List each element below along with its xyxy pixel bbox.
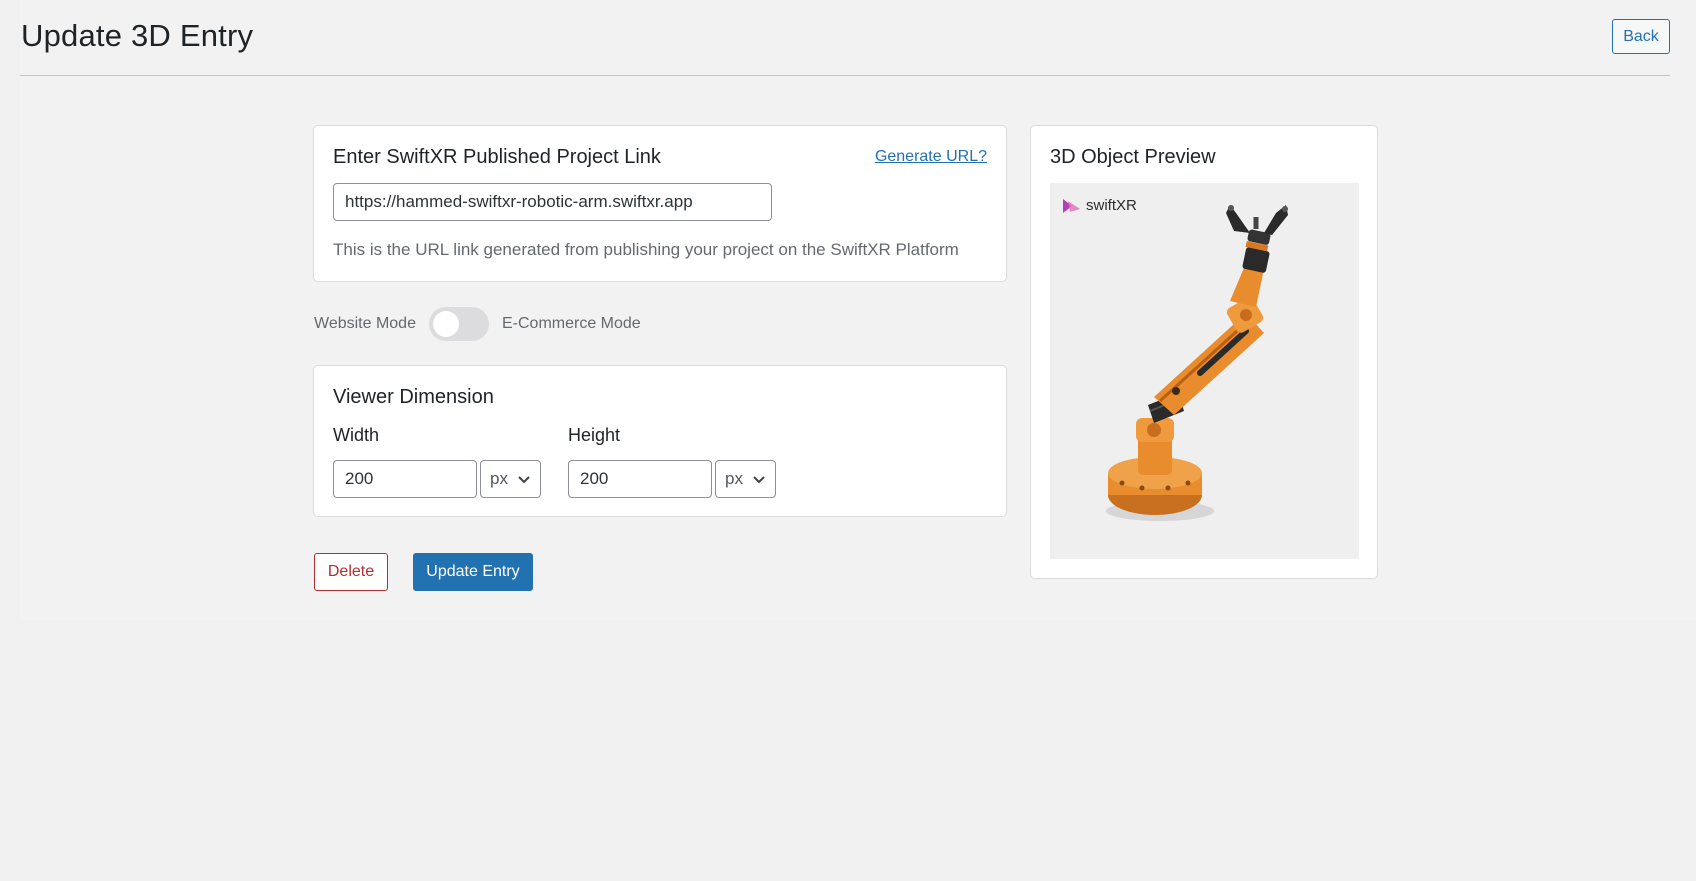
project-url-input[interactable] xyxy=(333,183,772,221)
url-help-text: This is the URL link generated from publ… xyxy=(333,240,959,259)
mode-toggle-switch[interactable] xyxy=(428,307,489,341)
preview-card: 3D Object Preview swiftXR xyxy=(1030,125,1378,579)
height-unit-select[interactable]: px xyxy=(715,460,776,498)
ecommerce-mode-label: E-Commerce Mode xyxy=(501,315,641,332)
width-unit-select[interactable]: px xyxy=(480,460,541,498)
project-link-card: Enter SwiftXR Published Project Link Gen… xyxy=(313,125,1007,282)
viewer-dimension-title: Viewer Dimension xyxy=(333,386,494,408)
width-label: Width xyxy=(333,425,380,445)
robotic-arm-model xyxy=(1106,205,1288,521)
website-mode-label: Website Mode xyxy=(314,315,416,332)
chevron-down-icon xyxy=(753,476,765,484)
toggle-knob xyxy=(432,311,459,337)
update-entry-button[interactable]: Update Entry xyxy=(413,553,533,591)
mode-toggle-row: Website Mode E-Commerce Mode xyxy=(314,306,641,342)
width-unit-value: px xyxy=(490,469,508,488)
back-button[interactable]: Back xyxy=(1612,19,1670,54)
viewer-dimension-card: Viewer Dimension Width 200 px Height 200… xyxy=(313,365,1007,517)
page-title: Update 3D Entry xyxy=(21,18,254,53)
delete-button[interactable]: Delete xyxy=(314,553,388,591)
main-content: Update 3D Entry Back Enter SwiftXR Publi… xyxy=(20,0,1696,620)
page-header: Update 3D Entry Back xyxy=(20,0,1670,76)
height-label: Height xyxy=(568,425,621,445)
width-input[interactable]: 200 xyxy=(333,460,477,498)
3d-viewer[interactable]: swiftXR xyxy=(1050,183,1359,559)
project-link-title: Enter SwiftXR Published Project Link xyxy=(333,146,661,168)
generate-url-link[interactable]: Generate URL? xyxy=(875,148,987,166)
height-input[interactable]: 200 xyxy=(568,460,712,498)
chevron-down-icon xyxy=(518,476,530,484)
preview-title: 3D Object Preview xyxy=(1050,146,1216,168)
height-unit-value: px xyxy=(725,469,743,488)
